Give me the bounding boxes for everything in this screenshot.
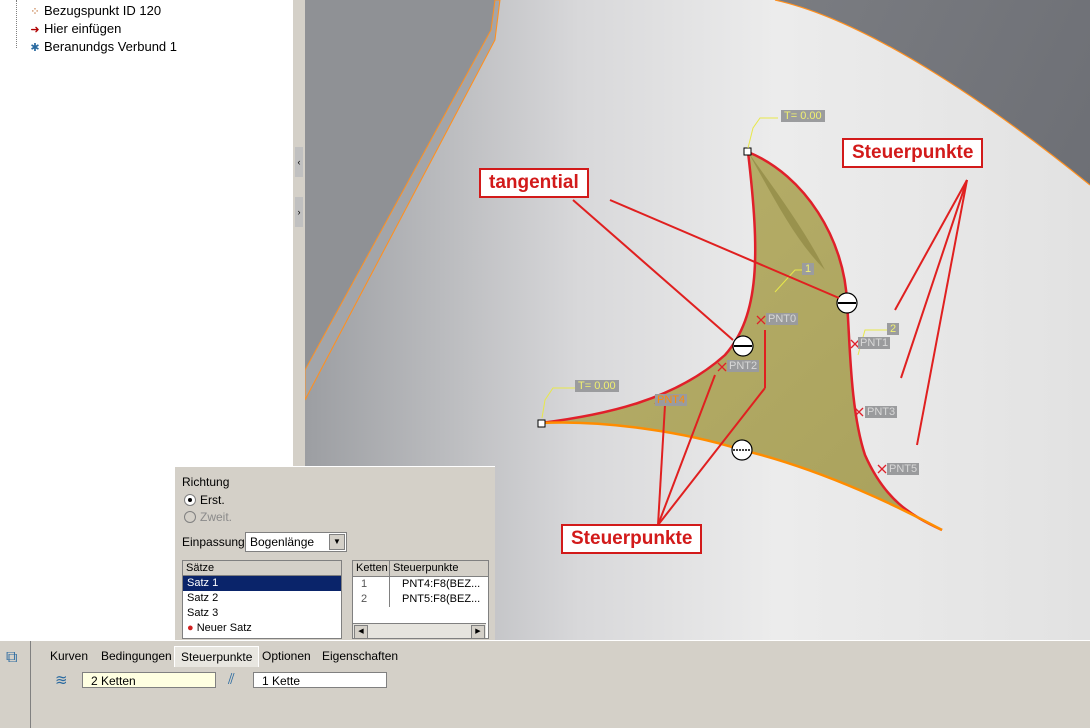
tab-steuerpunkte[interactable]: Steuerpunkte [174, 646, 260, 667]
pnt4-label[interactable]: PNT4 [655, 394, 688, 406]
expand-right-icon[interactable]: › [295, 197, 303, 227]
set-item[interactable]: Satz 1 [183, 576, 341, 591]
pnt2-label[interactable]: PNT2 [727, 360, 760, 372]
direction-second-radio[interactable] [184, 511, 196, 523]
chevron-down-icon[interactable]: ▼ [329, 534, 345, 550]
dashboard-icon-strip: ⧉ [0, 641, 31, 728]
corner-handle-top[interactable] [743, 147, 752, 156]
scroll-right-icon[interactable]: ▶ [471, 625, 485, 639]
tree-connector-line [16, 0, 17, 48]
pnt1-label[interactable]: PNT1 [858, 337, 891, 349]
second-direction-chains-icon: ⫽ [228, 671, 235, 688]
first-direction-chains-icon: ≋ [55, 672, 68, 689]
tree-item-label: Hier einfügen [44, 21, 122, 36]
fit-label: Einpassung [182, 535, 245, 549]
tangency-handle-1[interactable] [732, 335, 754, 357]
pnt3-label[interactable]: PNT3 [865, 406, 898, 418]
fit-dropdown[interactable]: Bogenlänge ▼ [245, 532, 347, 552]
callout-steuerpunkte-bottom: Steuerpunkte [561, 524, 703, 554]
tab-optionen[interactable]: Optionen [256, 646, 317, 666]
tree-item-datum-point[interactable]: ⁘ Bezugspunkt ID 120 [26, 2, 161, 20]
first-direction-chains-field[interactable]: 2 Ketten [82, 672, 216, 688]
direction-second-label: Zweit. [200, 510, 233, 524]
table-row[interactable]: 2 PNT5:F8(BEZ... [353, 592, 488, 607]
chain-number-tag-2: 2 [887, 323, 900, 335]
control-points-panel: Richtung Erst. Zweit. Einpassung Bogenlä… [174, 466, 495, 641]
points-column-header: Steuerpunkte [393, 562, 459, 574]
new-set-label: Neuer Satz [196, 622, 252, 634]
tab-kurven[interactable]: Kurven [44, 646, 94, 666]
tab-eigenschaften[interactable]: Eigenschaften [316, 646, 404, 666]
set-item[interactable]: Satz 3 [183, 606, 341, 621]
callout-steuerpunkte-top: Steuerpunkte [842, 138, 984, 168]
tangency-handle-3[interactable] [731, 439, 753, 461]
bullet-icon: ● [187, 622, 194, 634]
direction-label: Richtung [182, 475, 230, 489]
chain-cell: 1 [353, 577, 390, 592]
feature-dashboard: ⧉ Kurven Bedingungen Steuerpunkte Option… [0, 640, 1090, 728]
collapse-left-icon[interactable]: ‹ [295, 147, 303, 177]
new-set-item[interactable]: ● Neuer Satz [183, 621, 341, 636]
t-param-tag-top: T= 0.00 [781, 110, 825, 122]
scroll-left-icon[interactable]: ◀ [354, 625, 368, 639]
sets-list[interactable]: Sätze Satz 1 Satz 2 Satz 3 ● Neuer Satz [182, 560, 342, 639]
set-item[interactable]: Satz 2 [183, 591, 341, 606]
sets-header: Sätze [183, 561, 341, 576]
points-cell: PNT5:F8(BEZ... [402, 593, 481, 605]
chain-number-tag-1: 1 [802, 263, 815, 275]
pnt5-label[interactable]: PNT5 [887, 463, 920, 475]
chain-cell: 2 [353, 592, 390, 607]
horizontal-scrollbar[interactable]: ◀ ▶ [353, 623, 486, 639]
fit-dropdown-value: Bogenlänge [250, 535, 315, 549]
corner-handle-left[interactable] [537, 419, 546, 428]
pnt0-label[interactable]: PNT0 [766, 313, 799, 325]
chains-table-header: Ketten Steuerpunkte [353, 561, 488, 577]
boundary-blend-icon: ⧉ [6, 649, 18, 666]
points-cell: PNT4:F8(BEZ... [402, 578, 481, 590]
datum-point-icon: ⁘ [30, 6, 40, 18]
direction-first-label: Erst. [200, 493, 225, 507]
t-param-tag-left: T= 0.00 [575, 380, 619, 392]
tree-item-insert-here[interactable]: ➜ Hier einfügen [26, 20, 121, 38]
tab-bedingungen[interactable]: Bedingungen [95, 646, 178, 666]
tree-item-boundary-blend[interactable]: ✱ Beranundgs Verbund 1 [26, 38, 177, 56]
direction-first-radio[interactable] [184, 494, 196, 506]
boundary-blend-icon: ✱ [30, 42, 40, 54]
insert-here-arrow-icon: ➜ [30, 24, 40, 36]
tree-item-label: Beranundgs Verbund 1 [44, 39, 177, 54]
chains-table[interactable]: Ketten Steuerpunkte 1 PNT4:F8(BEZ... 2 P… [352, 560, 489, 639]
tangency-handle-2[interactable] [836, 292, 858, 314]
chains-column-header: Ketten [353, 561, 390, 576]
tree-item-label: Bezugspunkt ID 120 [44, 3, 162, 18]
second-direction-chains-field[interactable]: 1 Kette [253, 672, 387, 688]
table-row[interactable]: 1 PNT4:F8(BEZ... [353, 577, 488, 592]
callout-tangential: tangential [479, 168, 589, 198]
